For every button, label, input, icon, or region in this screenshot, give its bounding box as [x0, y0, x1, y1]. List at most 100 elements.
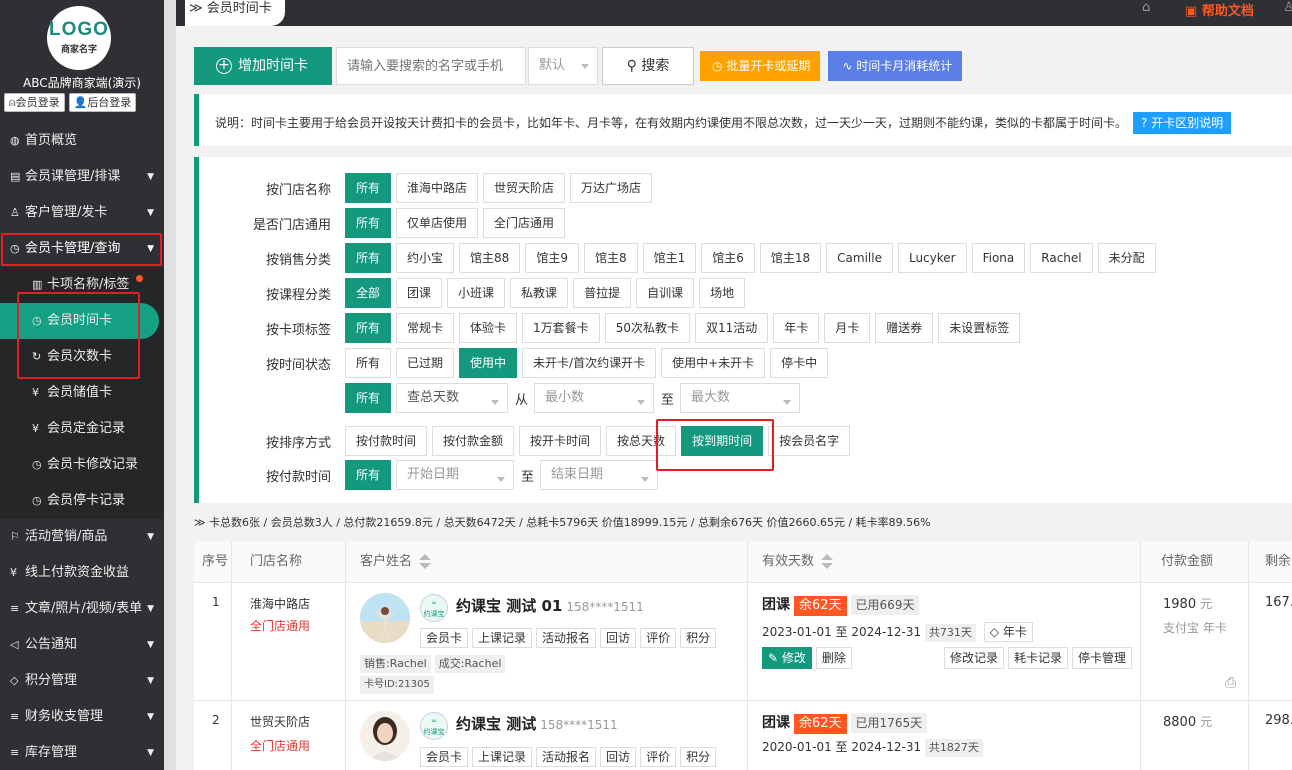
filter-option[interactable]: 普拉提: [573, 278, 632, 308]
add-time-card-button[interactable]: + 增加时间卡: [194, 47, 332, 85]
filter-option[interactable]: 双11活动: [694, 313, 769, 343]
filter-option[interactable]: 使用中+未开卡: [661, 348, 766, 378]
monthly-stats-button[interactable]: ∿ 时间卡月消耗统计: [828, 51, 963, 81]
sidebar-item-finance[interactable]: ≡ 财务收支管理 ▼: [0, 699, 164, 735]
filter-option[interactable]: 全门店通用: [483, 208, 566, 238]
admin-login-button[interactable]: 👤后台登录: [68, 93, 137, 112]
sidebar-item-home[interactable]: ◍ 首页概览: [0, 123, 164, 159]
review-button[interactable]: 评价: [640, 628, 677, 648]
filter-option[interactable]: 馆主18: [759, 243, 822, 273]
revisit-button[interactable]: 回访: [600, 747, 637, 767]
filter-option[interactable]: 已过期: [396, 348, 455, 378]
batch-open-button[interactable]: ◷ 批量开卡或延期: [700, 51, 821, 81]
member-card-button[interactable]: 会员卡: [420, 628, 469, 648]
filter-option[interactable]: 场地: [699, 278, 746, 308]
filter-option[interactable]: Camille: [826, 243, 893, 273]
filter-option[interactable]: 馆主6: [701, 243, 755, 273]
sort-option[interactable]: 按会员名字: [768, 426, 851, 456]
class-records-button[interactable]: 上课记录: [472, 747, 533, 767]
filter-option[interactable]: 未设置标签: [938, 313, 1021, 343]
sort-option[interactable]: 按到期时间: [681, 426, 764, 456]
filter-option[interactable]: 约小宝: [396, 243, 455, 273]
sort-option[interactable]: 按总天数: [606, 426, 677, 456]
sidebar-item-inventory[interactable]: ≡ 库存管理 ▼: [0, 735, 164, 770]
filter-option[interactable]: 仅单店使用: [396, 208, 479, 238]
filter-option[interactable]: 所有: [345, 313, 392, 343]
class-records-button[interactable]: 上课记录: [472, 628, 533, 648]
filter-option[interactable]: 所有: [345, 460, 392, 490]
column-header-customer[interactable]: 客户姓名: [346, 541, 748, 583]
sidebar-item-count-card[interactable]: ↻ 会员次数卡: [0, 339, 164, 375]
sidebar-item-membercard[interactable]: ◷ 会员卡管理/查询 ▼: [0, 231, 164, 267]
delete-button[interactable]: 删除: [815, 647, 852, 669]
filter-option[interactable]: 馆主9: [525, 243, 579, 273]
sidebar-item-online-pay[interactable]: ¥ 线上付款资金收益: [0, 555, 164, 591]
customer-name[interactable]: 约课宝 测试 158****1511: [456, 713, 618, 734]
sidebar-item-stored-card[interactable]: ¥ 会员储值卡: [0, 375, 164, 411]
sort-option[interactable]: 按开卡时间: [519, 426, 602, 456]
revisit-button[interactable]: 回访: [600, 628, 637, 648]
sidebar-item-card-stop-log[interactable]: ◷ 会员停卡记录: [0, 483, 164, 519]
sidebar-item-card-edit-log[interactable]: ◷ 会员卡修改记录: [0, 447, 164, 483]
filter-option[interactable]: 馆主8: [583, 243, 638, 273]
edit-button[interactable]: ✎ 修改: [762, 647, 812, 669]
filter-option[interactable]: 所有: [345, 208, 392, 238]
filter-option[interactable]: 所有: [345, 348, 392, 378]
sidebar-item-points[interactable]: ◇ 积分管理 ▼: [0, 663, 164, 699]
end-date-select[interactable]: 结束日期: [540, 460, 659, 490]
printer-icon[interactable]: ⎙: [1225, 675, 1236, 691]
sidebar-item-course[interactable]: ▤ 会员课管理/排课 ▼: [0, 159, 164, 195]
customer-name[interactable]: 约课宝 测试 01 158****1511: [456, 595, 644, 616]
filter-option[interactable]: 私教课: [510, 278, 569, 308]
filter-option[interactable]: 月卡: [824, 313, 871, 343]
member-card-button[interactable]: 会员卡: [420, 747, 469, 767]
search-input[interactable]: [336, 47, 526, 85]
sidebar-item-marketing[interactable]: ⚐ 活动营销/商品 ▼: [0, 519, 164, 555]
card-tag[interactable]: ◇ 年卡: [983, 622, 1033, 642]
sort-select[interactable]: 默认: [528, 47, 598, 85]
edit-log-button[interactable]: 修改记录: [944, 647, 1005, 669]
sidebar-item-time-card[interactable]: ◷ 会员时间卡: [0, 303, 159, 339]
filter-option[interactable]: 万达广场店: [570, 173, 653, 203]
filter-option[interactable]: 赠送券: [875, 313, 934, 343]
avatar[interactable]: [360, 711, 410, 761]
sort-icon[interactable]: [820, 553, 834, 570]
filter-option[interactable]: 1万套餐卡: [522, 313, 600, 343]
filter-option[interactable]: 世贸天阶店: [483, 173, 566, 203]
points-button[interactable]: 积分: [680, 628, 717, 648]
column-header-valid[interactable]: 有效天数: [748, 541, 1141, 583]
filter-option[interactable]: 停卡中: [770, 348, 829, 378]
filter-option[interactable]: 馆主88: [459, 243, 521, 273]
points-button[interactable]: 积分: [680, 747, 717, 767]
filter-option[interactable]: 全部: [345, 278, 392, 308]
help-docs-link[interactable]: ▣ 帮助文档: [1185, 0, 1254, 19]
consume-log-button[interactable]: 耗卡记录: [1008, 647, 1069, 669]
filter-option[interactable]: Fiona: [971, 243, 1026, 273]
filter-option[interactable]: 未开卡/首次约课开卡: [522, 348, 657, 378]
filter-option[interactable]: Rachel: [1030, 243, 1093, 273]
filter-option[interactable]: 馆主1: [642, 243, 697, 273]
sort-option[interactable]: 按付款时间: [345, 426, 428, 456]
filter-option[interactable]: 使用中: [459, 348, 518, 378]
filter-option[interactable]: 体验卡: [459, 313, 518, 343]
avatar[interactable]: [360, 593, 410, 643]
start-date-select[interactable]: 开始日期: [396, 460, 515, 490]
days-max-select[interactable]: 最大数: [680, 383, 801, 413]
days-type-select[interactable]: 查总天数: [396, 383, 509, 413]
filter-option[interactable]: 常规卡: [396, 313, 455, 343]
filter-option[interactable]: 小班课: [447, 278, 506, 308]
sidebar-item-customer[interactable]: ♙ 客户管理/发卡 ▼: [0, 195, 164, 231]
sidebar-item-card-names[interactable]: ▥ 卡项名称/标签: [0, 267, 164, 303]
filter-option[interactable]: Lucyker: [897, 243, 967, 273]
filter-option[interactable]: 淮海中路店: [396, 173, 479, 203]
filter-option[interactable]: 50次私教卡: [604, 313, 690, 343]
review-button[interactable]: 评价: [640, 747, 677, 767]
sort-option[interactable]: 按付款金额: [432, 426, 515, 456]
card-diff-help-button[interactable]: ? 开卡区别说明: [1133, 112, 1232, 134]
home-icon[interactable]: ⌂: [1142, 0, 1150, 15]
filter-option[interactable]: 所有: [345, 173, 392, 203]
sidebar-item-notice[interactable]: ◁ 公告通知 ▼: [0, 627, 164, 663]
filter-option[interactable]: 未分配: [1097, 243, 1156, 273]
sidebar-item-articles[interactable]: ≡ 文章/照片/视频/表单 ▼: [0, 591, 164, 627]
filter-option[interactable]: 所有: [345, 243, 392, 273]
